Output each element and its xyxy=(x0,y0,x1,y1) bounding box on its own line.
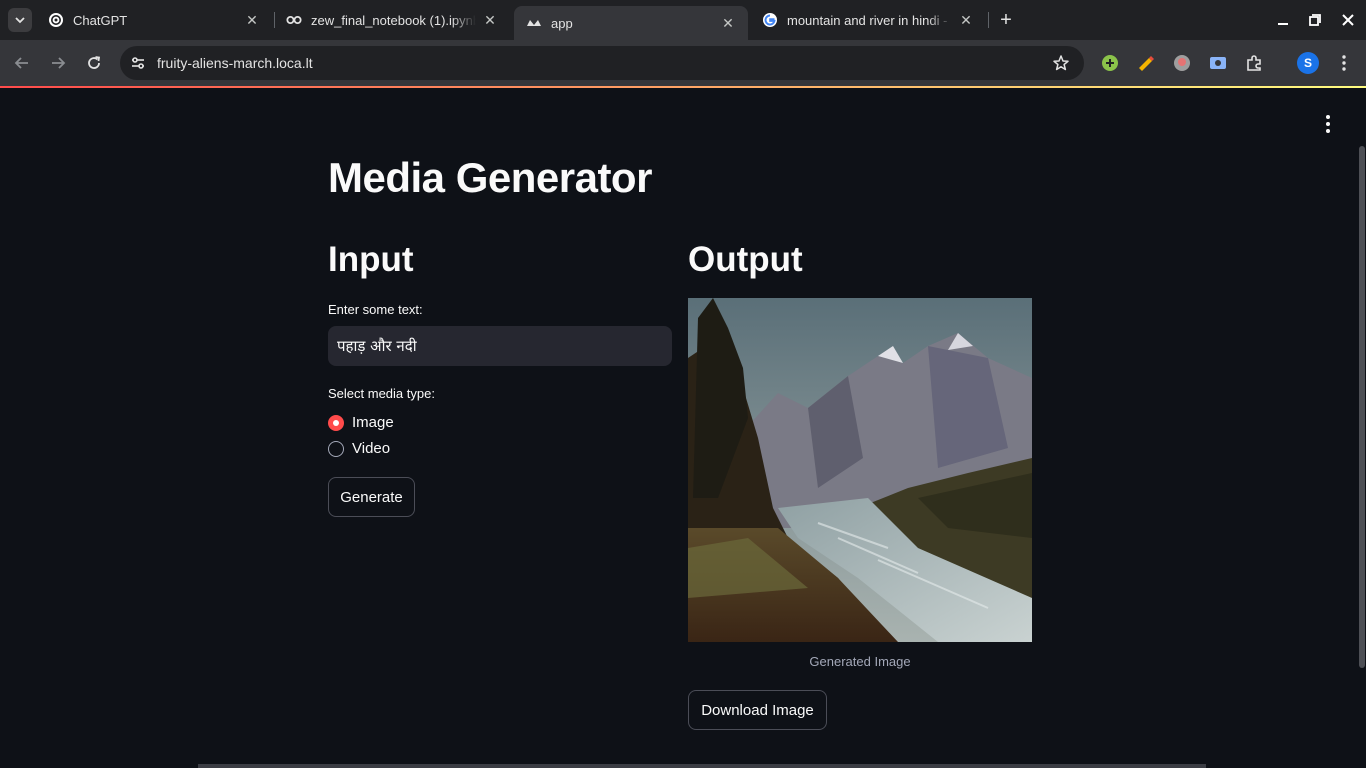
radio-option-video[interactable]: Video xyxy=(328,440,390,457)
output-heading: Output xyxy=(688,240,803,279)
input-heading: Input xyxy=(328,240,414,279)
radio-unselected-icon[interactable] xyxy=(328,440,344,457)
tab-app[interactable]: app ✕ xyxy=(514,6,748,40)
tab-google-search[interactable]: mountain and river in hindi - Google Sea… xyxy=(750,0,986,40)
image-caption: Generated Image xyxy=(809,654,911,669)
tab-separator xyxy=(988,12,989,28)
minimize-icon[interactable] xyxy=(1273,10,1293,30)
text-input[interactable]: पहाड़ और नदी xyxy=(328,326,672,366)
browser-menu-icon[interactable] xyxy=(1334,53,1354,73)
browser-toolbar: fruity-aliens-march.loca.lt xyxy=(0,40,1366,86)
tab-notebook[interactable]: zew_final_notebook (1).ipynb ✕ xyxy=(274,0,510,40)
extension-avatar-icon[interactable] xyxy=(1172,53,1192,73)
radio-option-image[interactable]: Image xyxy=(328,414,394,431)
media-type-label: Select media type: xyxy=(328,386,435,401)
streamlit-icon xyxy=(526,15,542,31)
chevron-down-icon xyxy=(15,17,25,24)
google-icon xyxy=(762,12,778,28)
generated-image xyxy=(688,298,1032,642)
page-title: Media Generator xyxy=(328,154,652,201)
tab-title: mountain and river in hindi - Google Sea… xyxy=(787,12,952,28)
url-text[interactable]: fruity-aliens-march.loca.lt xyxy=(157,55,313,71)
tab-title: ChatGPT xyxy=(73,12,128,28)
app-menu-icon[interactable] xyxy=(1318,112,1338,136)
extension-screen-icon[interactable] xyxy=(1208,53,1228,73)
close-icon[interactable]: ✕ xyxy=(244,12,260,28)
reload-button[interactable] xyxy=(82,51,106,75)
arrow-left-icon xyxy=(14,57,28,69)
text-input-label: Enter some text: xyxy=(328,302,423,317)
tab-title: zew_final_notebook (1).ipynb xyxy=(311,12,476,28)
close-icon[interactable]: ✕ xyxy=(482,12,498,28)
colab-icon xyxy=(286,12,302,28)
bottom-scroll-indicator xyxy=(198,764,1206,768)
reload-icon xyxy=(88,56,101,69)
address-bar[interactable]: fruity-aliens-march.loca.lt xyxy=(120,46,1084,80)
close-icon[interactable]: ✕ xyxy=(958,12,974,28)
scrollbar[interactable] xyxy=(1359,146,1365,668)
site-settings-icon[interactable] xyxy=(129,54,147,72)
profile-avatar[interactable]: S xyxy=(1297,52,1319,74)
arrow-right-icon xyxy=(52,57,66,69)
bookmark-star-icon[interactable] xyxy=(1052,54,1070,72)
tab-title: app xyxy=(551,15,573,31)
extensions-puzzle-icon[interactable] xyxy=(1244,53,1264,73)
extension-pen-icon[interactable] xyxy=(1136,53,1156,73)
back-button[interactable] xyxy=(10,51,34,75)
close-icon[interactable]: ✕ xyxy=(720,15,736,31)
close-window-icon[interactable] xyxy=(1338,10,1358,30)
restore-icon[interactable] xyxy=(1305,10,1325,30)
chatgpt-icon xyxy=(48,12,64,28)
generate-button[interactable]: Generate xyxy=(328,477,415,517)
tab-chatgpt[interactable]: ChatGPT ✕ xyxy=(36,0,272,40)
radio-selected-icon[interactable] xyxy=(328,414,344,431)
forward-button[interactable] xyxy=(46,51,70,75)
download-image-button[interactable]: Download Image xyxy=(688,690,827,730)
app-main: Media Generator Input Enter some text: प… xyxy=(0,88,1366,768)
tab-search-button[interactable] xyxy=(8,8,32,32)
tab-strip: ChatGPT ✕ zew_final_notebook (1).ipynb ✕… xyxy=(0,0,1366,40)
radio-label: Video xyxy=(352,440,391,457)
extension-add-icon[interactable] xyxy=(1100,53,1120,73)
radio-label: Image xyxy=(352,414,394,431)
new-tab-button[interactable]: + xyxy=(994,8,1018,32)
